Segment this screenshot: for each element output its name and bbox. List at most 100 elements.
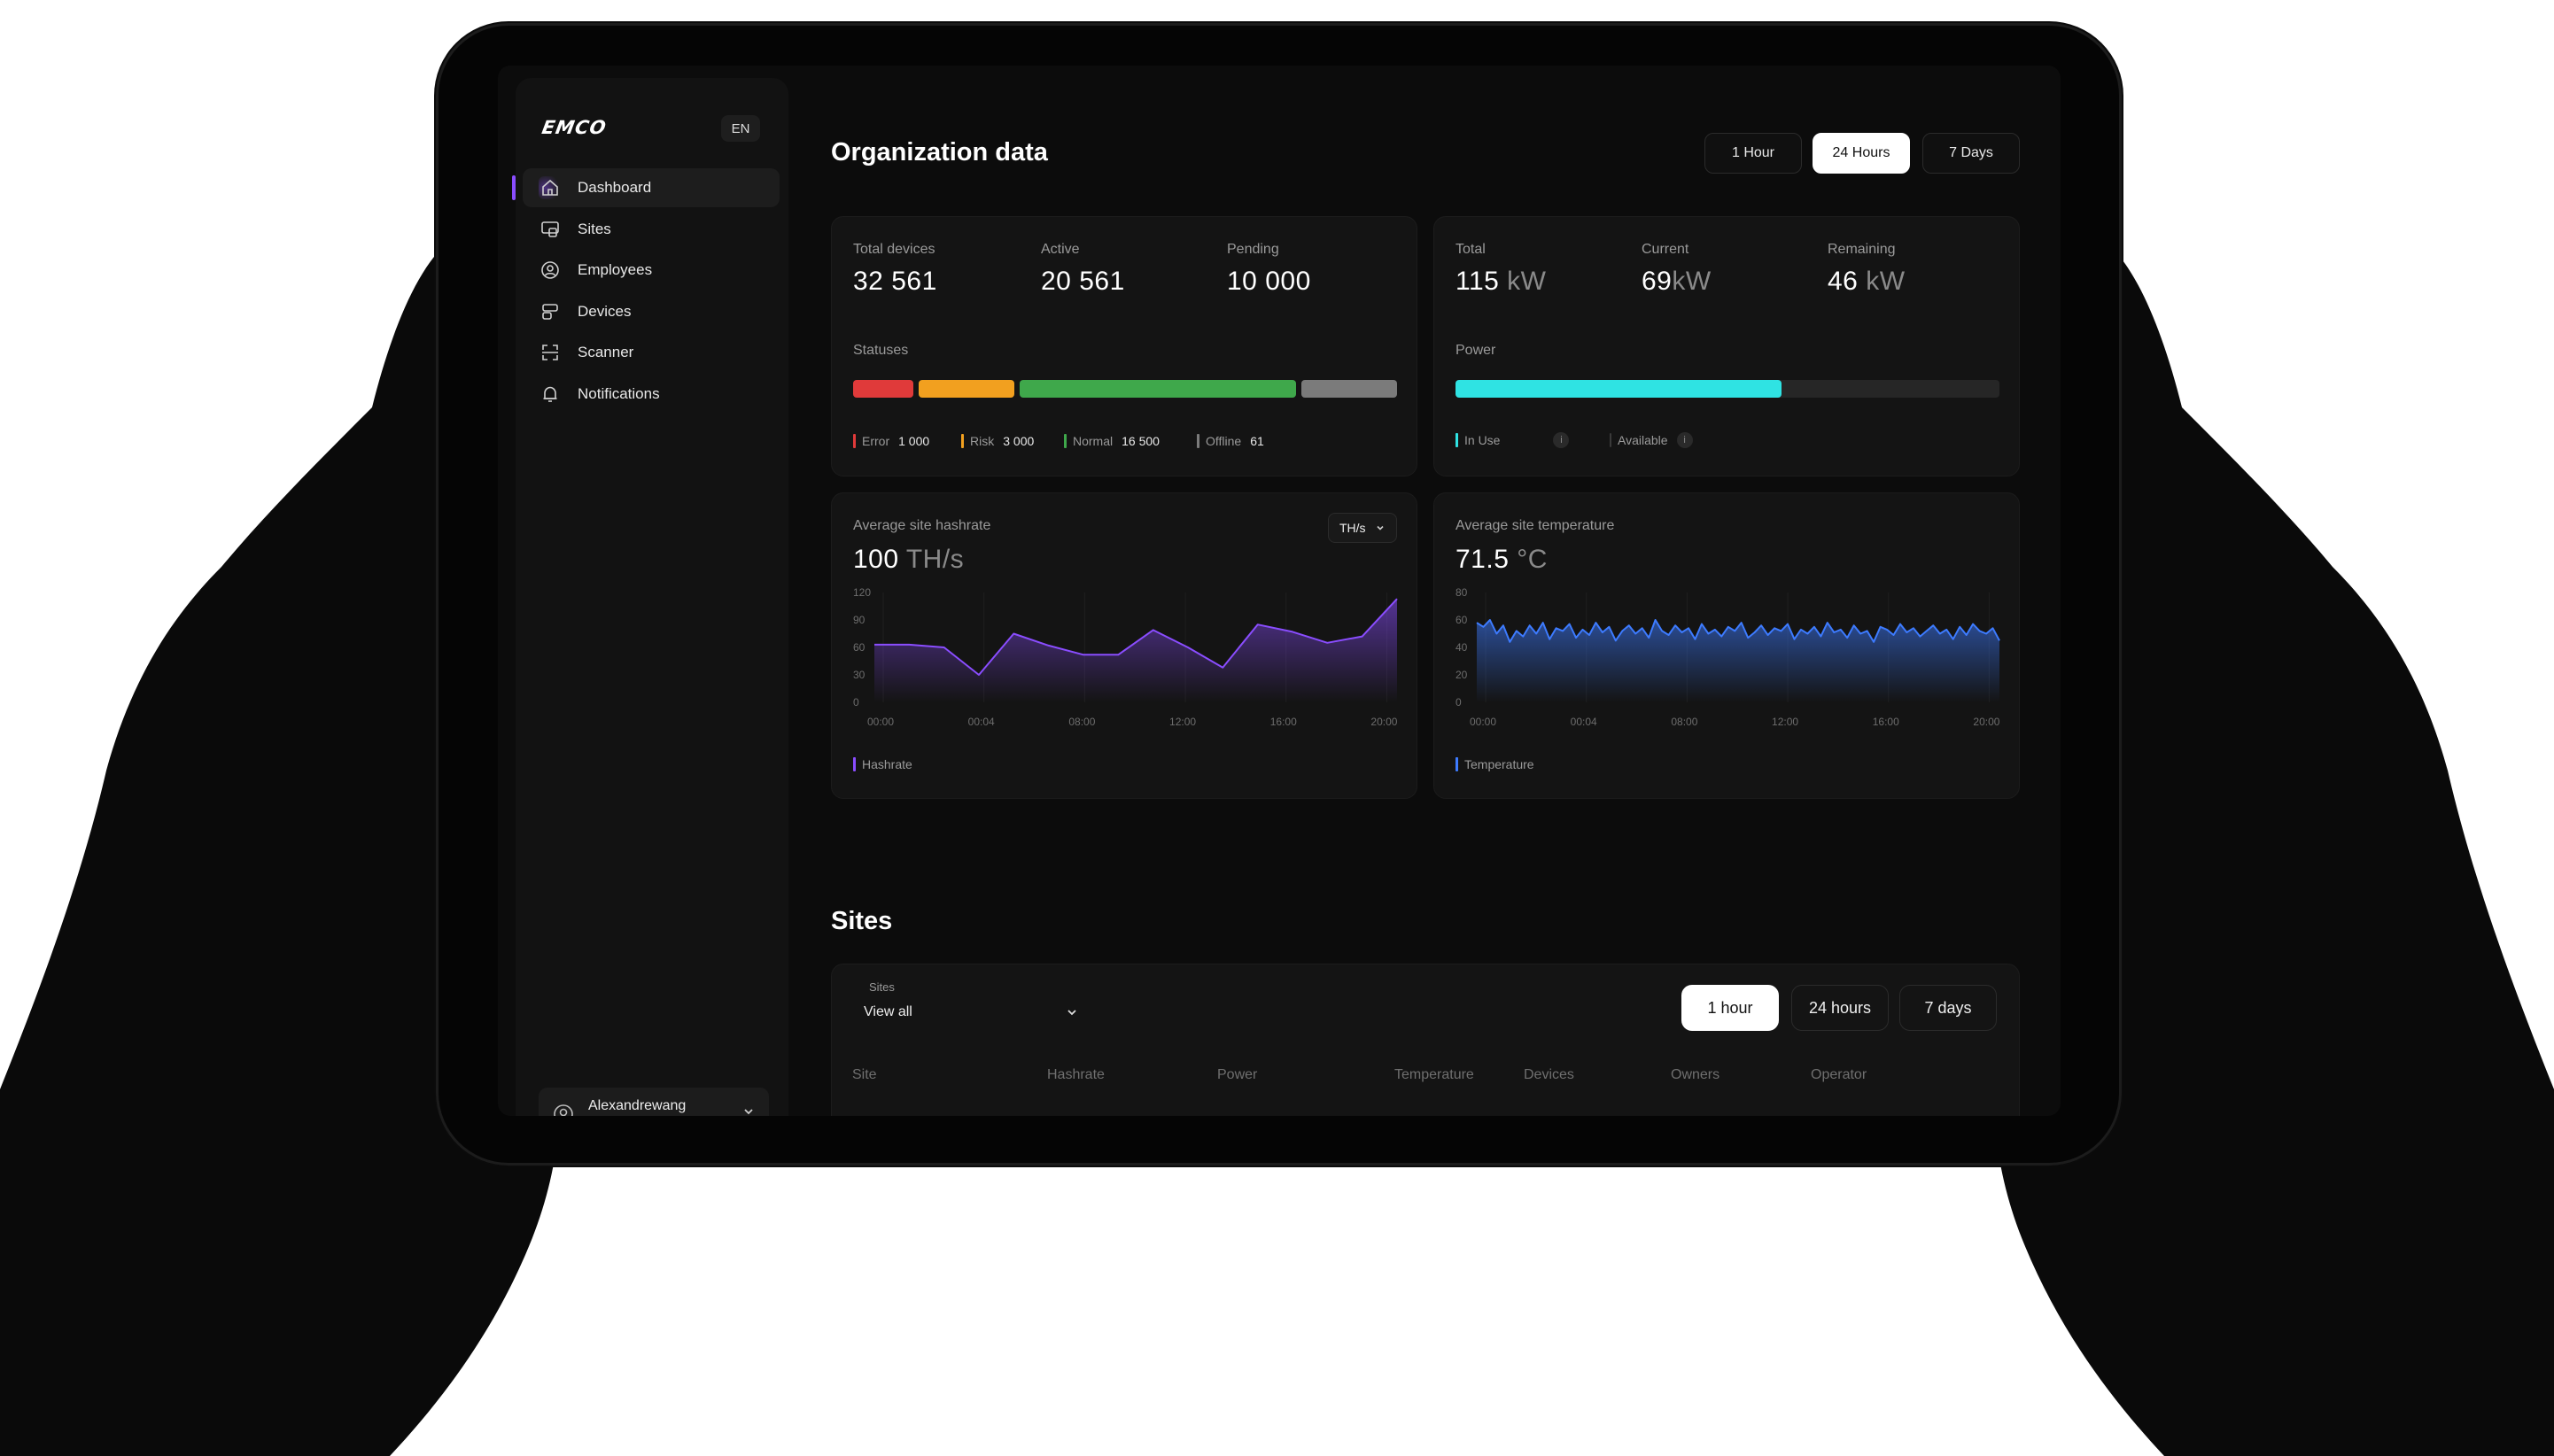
sidebar-item-label: Dashboard xyxy=(578,179,652,196)
total-devices-label: Total devices xyxy=(853,242,935,257)
user-menu[interactable]: Alexandrewang xyxy=(539,1088,769,1116)
legend-normal: Normal 16 500 xyxy=(1064,434,1160,448)
x-tick-label: 08:00 xyxy=(1671,716,1697,728)
pending-label: Pending xyxy=(1227,242,1279,257)
status-bar-risk xyxy=(919,380,1014,398)
y-tick-label: 60 xyxy=(853,641,866,654)
sites-range-7-days[interactable]: 7 days xyxy=(1899,985,1997,1031)
x-tick-label: 12:00 xyxy=(1772,716,1798,728)
column-header-operator[interactable]: Operator xyxy=(1811,1067,1867,1083)
user-name: Alexandrewang xyxy=(588,1098,687,1113)
sites-icon xyxy=(539,218,562,241)
power-current-label: Current xyxy=(1642,242,1689,257)
bell-icon xyxy=(539,383,562,406)
y-tick-label: 20 xyxy=(1456,669,1468,681)
y-tick-label: 0 xyxy=(1456,696,1462,709)
active-value: 20 561 xyxy=(1041,267,1125,296)
sidebar-item-scanner[interactable]: Scanner xyxy=(523,333,780,372)
sidebar-item-label: Sites xyxy=(578,220,611,237)
sidebar-item-label: Scanner xyxy=(578,344,634,360)
y-tick-label: 0 xyxy=(853,696,859,709)
hashrate-label: Average site hashrate xyxy=(853,518,991,533)
legend-in-use: In Use i xyxy=(1456,432,1570,448)
devices-icon xyxy=(539,300,562,323)
series-area xyxy=(1477,620,1999,702)
main-content: Organization data 1 Hour 24 Hours 7 Days… xyxy=(831,66,2036,1116)
power-label: Power xyxy=(1456,343,1496,358)
chevron-down-icon xyxy=(1377,525,1384,531)
power-card: Total 115 kW Current 69kW Remaining 46 k… xyxy=(1433,216,2020,476)
chevron-down-icon xyxy=(1067,1010,1076,1016)
sites-range-1-hour[interactable]: 1 hour xyxy=(1681,985,1779,1031)
power-bar-in-use xyxy=(1456,380,1782,398)
legend-hashrate: Hashrate xyxy=(853,757,912,771)
range-7-days[interactable]: 7 Days xyxy=(1922,133,2020,174)
column-header-temperature[interactable]: Temperature xyxy=(1394,1067,1474,1083)
language-selector[interactable]: EN xyxy=(721,115,760,142)
x-tick-label: 16:00 xyxy=(1270,716,1297,728)
sidebar: EMCO EN Dashboard Sites Employees Device… xyxy=(512,78,788,1116)
power-current-value: 69kW xyxy=(1642,267,1712,296)
sidebar-item-employees[interactable]: Employees xyxy=(523,251,780,290)
x-tick-label: 00:04 xyxy=(968,716,995,728)
y-tick-label: 120 xyxy=(853,586,871,599)
power-remaining-label: Remaining xyxy=(1828,242,1896,257)
x-tick-label: 16:00 xyxy=(1873,716,1899,728)
column-header-site[interactable]: Site xyxy=(852,1067,877,1083)
x-tick-label: 20:00 xyxy=(1370,716,1397,728)
sidebar-item-notifications[interactable]: Notifications xyxy=(523,375,780,414)
home-icon xyxy=(539,176,562,199)
sites-title: Sites xyxy=(831,907,893,935)
column-header-hashrate[interactable]: Hashrate xyxy=(1047,1067,1105,1083)
avatar xyxy=(553,1104,574,1116)
power-bar-track xyxy=(1456,380,1999,398)
y-tick-label: 90 xyxy=(853,614,866,626)
scanner-icon xyxy=(539,341,562,364)
power-total-value: 115 kW xyxy=(1456,267,1547,296)
y-tick-label: 30 xyxy=(853,669,866,681)
brand-logo: EMCO xyxy=(540,117,609,138)
chevron-down-icon[interactable] xyxy=(742,1105,755,1116)
employees-icon xyxy=(539,259,562,282)
sites-filter-select[interactable]: View all xyxy=(853,986,1089,1030)
sidebar-item-label: Employees xyxy=(578,261,653,278)
devices-card: Total devices 32 561 Active 20 561 Pendi… xyxy=(831,216,1417,476)
legend-available: Available i xyxy=(1610,432,1693,448)
y-tick-label: 80 xyxy=(1456,586,1468,599)
hashrate-unit-select[interactable]: TH/s xyxy=(1328,513,1397,543)
total-devices-value: 32 561 xyxy=(853,267,937,296)
temperature-label: Average site temperature xyxy=(1456,518,1615,533)
series-area xyxy=(874,599,1397,702)
pending-value: 10 000 xyxy=(1227,267,1311,296)
sidebar-item-sites[interactable]: Sites xyxy=(523,210,780,249)
column-header-owners[interactable]: Owners xyxy=(1671,1067,1719,1083)
legend-error: Error 1 000 xyxy=(853,434,929,448)
status-bar-offline xyxy=(1301,380,1397,398)
temperature-chart: 80 60 40 20 0 00:00 00:04 08:00 12:00 16:00 20:00 xyxy=(1456,586,2000,728)
column-header-devices[interactable]: Devices xyxy=(1524,1067,1574,1083)
info-icon[interactable]: i xyxy=(1553,432,1570,448)
range-1-hour[interactable]: 1 Hour xyxy=(1704,133,1802,174)
app-screen: EMCO EN Dashboard Sites Employees Device… xyxy=(498,66,2061,1116)
hashrate-chart: 120 90 60 30 0 00:00 00:04 08:00 12:00 16:00 20:00 xyxy=(853,586,1398,728)
y-tick-label: 40 xyxy=(1456,641,1468,654)
sidebar-item-devices[interactable]: Devices xyxy=(523,292,780,331)
x-tick-label: 00:00 xyxy=(867,716,894,728)
temperature-card: Average site temperature 71.5 °C 80 60 40 2… xyxy=(1433,492,2020,799)
x-tick-label: 08:00 xyxy=(1068,716,1095,728)
status-bar-error xyxy=(853,380,913,398)
sites-range-24-hours[interactable]: 24 hours xyxy=(1791,985,1889,1031)
power-remaining-value: 46 kW xyxy=(1828,267,1906,296)
x-tick-label: 00:04 xyxy=(1571,716,1597,728)
info-icon[interactable]: i xyxy=(1676,432,1693,448)
legend-temperature: Temperature xyxy=(1456,757,1534,771)
legend-offline: Offline 61 xyxy=(1197,434,1264,448)
sidebar-item-dashboard[interactable]: Dashboard xyxy=(512,168,780,207)
legend-risk: Risk 3 000 xyxy=(961,434,1034,448)
temperature-value: 71.5 °C xyxy=(1456,545,1548,574)
column-header-power[interactable]: Power xyxy=(1217,1067,1257,1083)
range-24-hours[interactable]: 24 Hours xyxy=(1813,133,1910,174)
sidebar-item-label: Notifications xyxy=(578,384,660,402)
statuses-label: Statuses xyxy=(853,343,909,358)
x-tick-label: 12:00 xyxy=(1169,716,1196,728)
